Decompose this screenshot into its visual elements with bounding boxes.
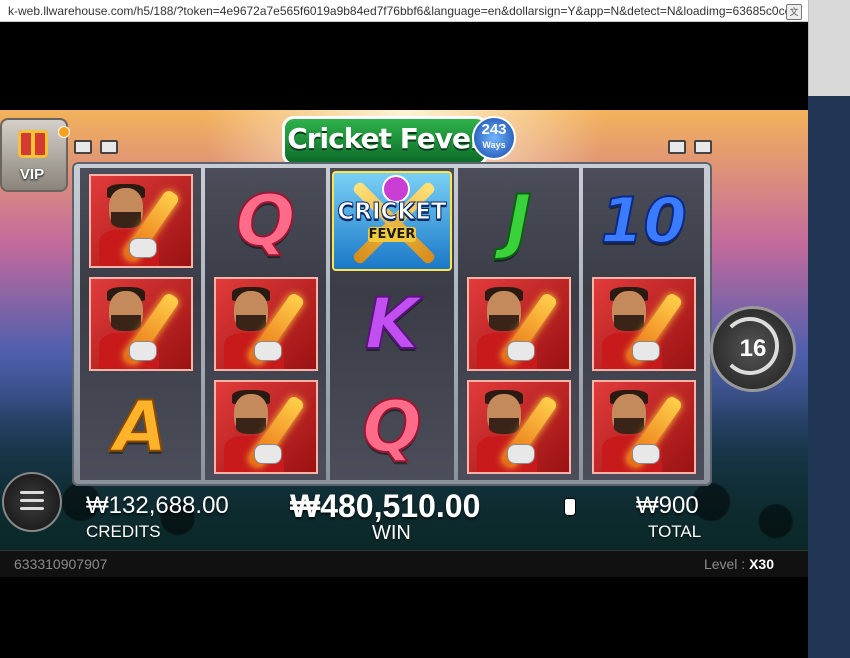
credits-label: CREDITS — [86, 522, 161, 541]
reels-grid: A Q CRICKET FEVER K Q J 10 — [80, 168, 704, 480]
browser-side-strip — [808, 0, 850, 658]
reel-cell — [460, 273, 577, 374]
reel-cell: Q — [207, 170, 324, 271]
ways-badge: 243 Ways — [472, 116, 516, 160]
wild-text-line1: CRICKET — [337, 198, 447, 225]
symbol-10: 10 — [599, 183, 687, 257]
game-canvas: VIP Cricket Fever 243 Ways A Q CRICKET FEVE… — [0, 110, 808, 550]
url-text: k-web.llwarehouse.com/h5/188/?token=4e96… — [8, 4, 802, 18]
floodlight-icon — [668, 140, 686, 154]
total-bet-label: TOTAL — [648, 522, 702, 541]
reel-cell: Q — [332, 377, 452, 478]
reel-cell: J — [460, 170, 577, 271]
reel-1: A — [80, 168, 201, 480]
menu-icon — [20, 499, 44, 502]
reel-2: Q — [205, 168, 326, 480]
floodlight-icon — [100, 140, 118, 154]
ways-label: Ways — [482, 140, 506, 150]
reel-cell — [585, 377, 702, 478]
floodlight-icon — [74, 140, 92, 154]
translate-icon[interactable]: 文 — [786, 4, 802, 20]
symbol-q: Q — [235, 179, 296, 262]
vip-button[interactable]: VIP — [0, 118, 70, 192]
free-spins-remaining: 16 — [739, 335, 767, 362]
batsman-symbol-icon — [466, 380, 571, 475]
reel-cell: CRICKET FEVER — [332, 170, 452, 271]
symbol-k: K — [364, 282, 420, 365]
game-logo: Cricket Fever 243 Ways — [282, 112, 516, 166]
reel-cell — [82, 170, 199, 271]
notification-dot — [58, 126, 70, 138]
reel-4: J — [458, 168, 579, 480]
level-value: X30 — [749, 556, 774, 572]
reel-cell: K — [332, 273, 452, 374]
batsman-symbol-icon — [466, 276, 571, 371]
reel-cell — [82, 273, 199, 374]
level-label: Level : — [703, 556, 750, 572]
batsman-symbol-icon — [88, 173, 193, 268]
game-footer: 633310907907 Level : X30 — [0, 550, 808, 577]
batsman-symbol-icon — [213, 276, 318, 371]
reel-cell: A — [82, 377, 199, 478]
symbol-j: J — [504, 179, 532, 262]
side-strip-top — [808, 0, 850, 96]
menu-button[interactable] — [2, 472, 62, 532]
reel-cell — [460, 377, 577, 478]
reel-5: 10 — [583, 168, 704, 480]
reel-cell: 10 — [585, 170, 702, 271]
batsman-symbol-icon — [213, 380, 318, 475]
reel-cell — [207, 273, 324, 374]
level-indicator: Level : X30 — [704, 551, 774, 577]
vip-label: VIP — [19, 166, 45, 183]
floodlight-icon — [694, 140, 712, 154]
win-label: WIN — [372, 522, 411, 544]
menu-icon — [20, 507, 44, 510]
reel-cell — [585, 273, 702, 374]
win-value: ₩480,510.00 — [290, 488, 481, 524]
gift-icon — [18, 130, 48, 158]
batsman-symbol-icon — [591, 380, 696, 475]
ways-number: 243 — [481, 121, 507, 138]
side-strip-background — [808, 96, 850, 658]
free-spins-counter: 16 — [710, 306, 796, 392]
wild-text-line2: FEVER — [368, 226, 416, 242]
wild-symbol-icon: CRICKET FEVER — [332, 170, 452, 271]
total-bet-value[interactable]: ₩900 — [636, 492, 699, 520]
batsman-symbol-icon — [591, 276, 696, 371]
reel-cell — [207, 377, 324, 478]
menu-icon — [20, 491, 44, 494]
hand-cursor-icon — [564, 498, 576, 516]
reel-3: CRICKET FEVER K Q — [330, 168, 454, 480]
symbol-q: Q — [361, 386, 422, 469]
game-title: Cricket Fever — [282, 116, 488, 166]
browser-url-bar[interactable]: k-web.llwarehouse.com/h5/188/?token=4e96… — [0, 0, 808, 22]
session-id: 633310907907 — [14, 556, 108, 572]
batsman-symbol-icon — [88, 276, 193, 371]
reel-frame: A Q CRICKET FEVER K Q J 10 — [72, 162, 712, 486]
credits-value: ₩132,688.00 — [86, 492, 229, 519]
symbol-a: A — [112, 386, 168, 469]
